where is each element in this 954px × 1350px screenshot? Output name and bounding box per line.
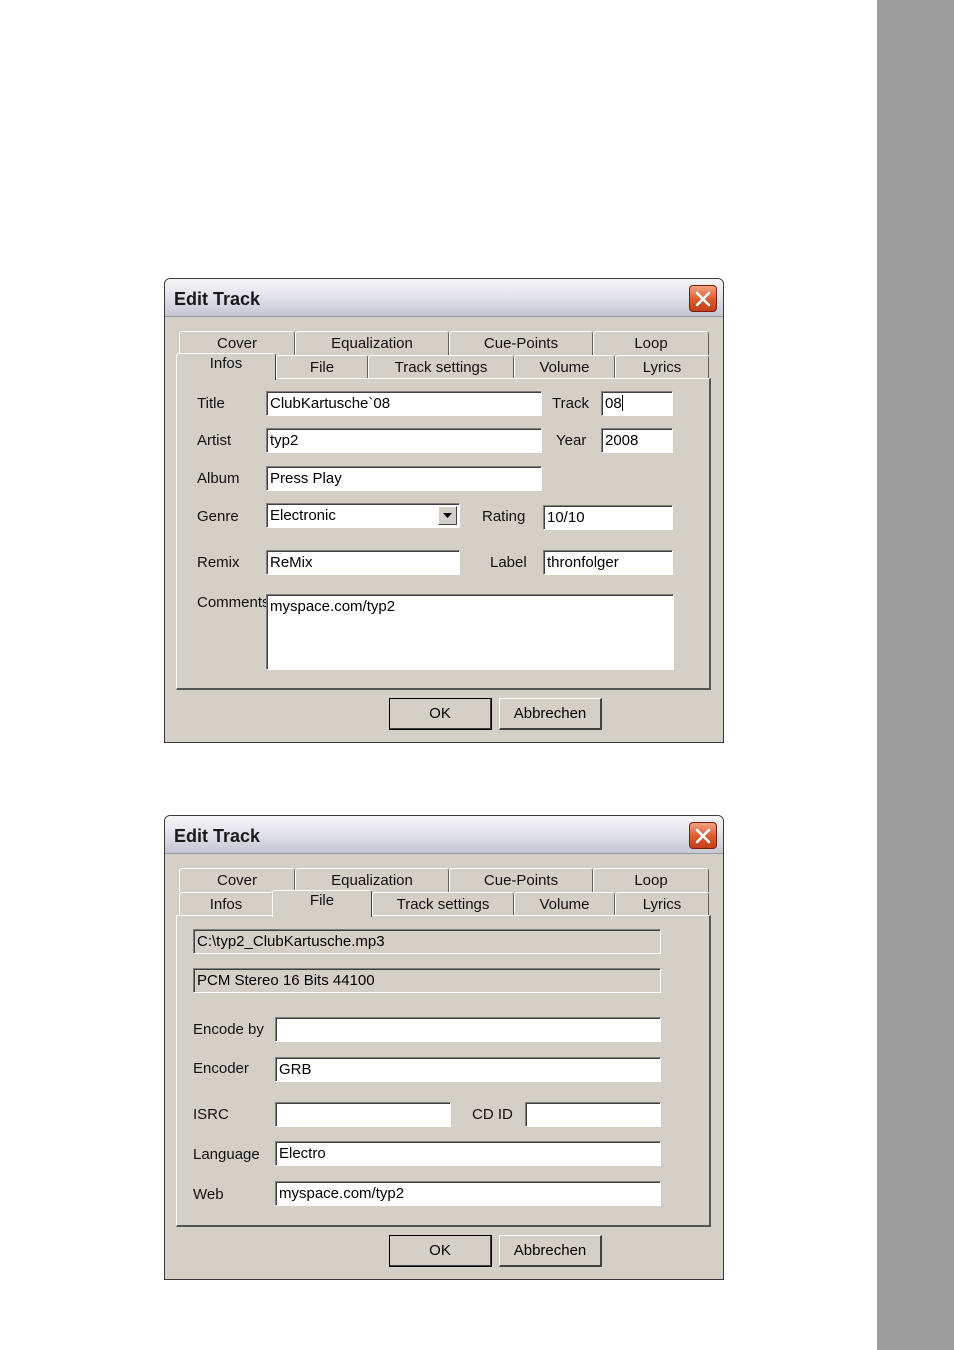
tab-track-settings[interactable]: Track settings <box>372 892 514 916</box>
dialog-title: Edit Track <box>174 289 261 309</box>
tab-lyrics[interactable]: Lyrics <box>615 892 709 916</box>
cancel-button[interactable]: Abbrechen <box>499 698 602 730</box>
label-label: Label <box>490 554 527 571</box>
tab-file[interactable]: File <box>276 355 368 379</box>
ok-button[interactable]: OK <box>389 698 492 730</box>
genre-select[interactable]: Electronic <box>266 503 460 528</box>
file-path-display: C:\typ2_ClubKartusche.mp3 <box>193 929 661 954</box>
encoder-field[interactable]: GRB <box>275 1057 661 1082</box>
year-field[interactable]: 2008 <box>601 428 673 453</box>
remix-label: Remix <box>197 554 240 571</box>
rating-label: Rating <box>482 508 526 525</box>
tab-infos[interactable]: Infos <box>179 892 273 916</box>
title-field[interactable]: ClubKartusche`08 <box>266 391 542 416</box>
isrc-field[interactable] <box>275 1102 451 1127</box>
cd-id-label: CD ID <box>472 1106 513 1123</box>
language-label: Language <box>193 1146 260 1163</box>
artist-field[interactable]: typ2 <box>266 428 542 453</box>
genre-value: Electronic <box>270 507 336 524</box>
close-x-icon <box>695 828 711 844</box>
close-button[interactable] <box>689 822 717 849</box>
cancel-button[interactable]: Abbrechen <box>499 1235 602 1267</box>
isrc-label: ISRC <box>193 1106 229 1123</box>
dialog-title: Edit Track <box>174 826 261 846</box>
remix-field[interactable]: ReMix <box>266 550 460 575</box>
tab-infos[interactable]: Infos <box>176 353 276 380</box>
edit-track-dialog-file: Edit Track Cover Equalization Cue-Points… <box>164 815 724 1280</box>
chevron-down-icon <box>443 513 452 518</box>
language-field[interactable]: Electro <box>275 1141 661 1166</box>
tab-cue-points[interactable]: Cue-Points <box>449 868 593 892</box>
tab-cover[interactable]: Cover <box>179 331 295 355</box>
tab-cue-points[interactable]: Cue-Points <box>449 331 593 355</box>
close-button[interactable] <box>689 285 717 312</box>
title-bar: Edit Track <box>165 816 723 854</box>
edit-track-dialog-infos: Edit Track Cover Equalization Cue-Points… <box>164 278 724 743</box>
close-x-icon <box>695 291 711 307</box>
track-label: Track <box>552 395 589 412</box>
web-field[interactable]: myspace.com/typ2 <box>275 1181 661 1206</box>
tab-loop[interactable]: Loop <box>593 331 709 355</box>
genre-label: Genre <box>197 508 239 525</box>
web-label: Web <box>193 1186 224 1203</box>
genre-dropdown-button[interactable] <box>438 506 457 525</box>
tab-volume[interactable]: Volume <box>514 355 615 379</box>
tab-track-settings[interactable]: Track settings <box>368 355 514 379</box>
tab-equalization[interactable]: Equalization <box>295 868 449 892</box>
title-bar: Edit Track <box>165 279 723 317</box>
track-value: 08 <box>605 395 622 412</box>
title-label: Title <box>197 395 225 412</box>
tab-lyrics[interactable]: Lyrics <box>615 355 709 379</box>
encoder-label: Encoder <box>193 1060 249 1077</box>
album-field[interactable]: Press Play <box>266 466 542 491</box>
text-cursor <box>621 395 623 411</box>
artist-label: Artist <box>197 432 232 449</box>
rating-field[interactable]: 10/10 <box>543 505 673 530</box>
ok-button[interactable]: OK <box>389 1235 492 1267</box>
page-side-bar <box>877 0 954 1350</box>
tab-equalization[interactable]: Equalization <box>295 331 449 355</box>
encode-by-field[interactable] <box>275 1017 661 1042</box>
tab-volume[interactable]: Volume <box>514 892 615 916</box>
tab-cover[interactable]: Cover <box>179 868 295 892</box>
comments-label: Comments <box>197 594 270 611</box>
tab-loop[interactable]: Loop <box>593 868 709 892</box>
format-info-display: PCM Stereo 16 Bits 44100 <box>193 968 661 993</box>
encode-by-label: Encode by <box>193 1021 264 1038</box>
album-label: Album <box>197 470 240 487</box>
year-label: Year <box>556 432 587 449</box>
track-field[interactable]: 08 <box>601 391 673 416</box>
cd-id-field[interactable] <box>525 1102 661 1127</box>
tab-file[interactable]: File <box>272 890 372 917</box>
comments-field[interactable]: myspace.com/typ2 <box>266 594 674 670</box>
label-field[interactable]: thronfolger <box>543 550 673 575</box>
